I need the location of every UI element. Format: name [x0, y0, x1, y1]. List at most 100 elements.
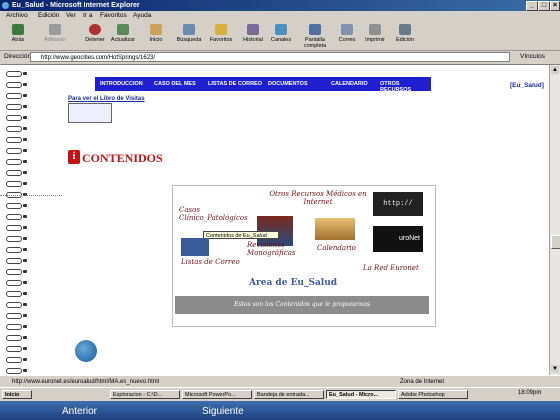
task-powerpoint[interactable]: Microsoft PowerPo... — [182, 390, 252, 399]
menu-ver[interactable]: Ver — [66, 12, 76, 19]
nav-caso-del-mes[interactable]: CASO DEL MES — [154, 81, 196, 87]
back-button[interactable]: Atrás — [5, 24, 31, 49]
title-bar: Eu_Salud - Microsoft Internet Explorer _… — [0, 0, 560, 11]
menu-archivo[interactable]: Archivo — [6, 12, 28, 19]
security-zone: Zona de Internet — [400, 379, 445, 385]
history-label: Historial — [243, 37, 263, 43]
history-icon — [247, 24, 259, 35]
listas-link[interactable]: Listas de Correo — [181, 258, 240, 266]
address-bar: Dirección http://www.geocities.com/HotSp… — [0, 51, 560, 65]
vertical-scrollbar[interactable]: ▲ ▼ — [549, 65, 560, 375]
menu-ayuda[interactable]: Ayuda — [133, 12, 151, 19]
spiral-ring — [6, 170, 30, 176]
print-button[interactable]: Imprimir — [362, 24, 388, 49]
spiral-ring — [6, 346, 30, 352]
spiral-ring — [6, 357, 30, 363]
scroll-down-arrow-icon[interactable]: ▼ — [551, 365, 559, 373]
otros-recursos-link[interactable]: Otros Recursos Médicos en Internet — [268, 190, 368, 206]
minimize-button[interactable]: _ — [526, 1, 538, 11]
print-icon — [369, 24, 381, 35]
maximize-button[interactable]: □ — [538, 1, 550, 11]
fullscreen-icon — [309, 24, 321, 35]
edit-label: Edición — [395, 37, 415, 43]
search-button[interactable]: Búsqueda — [176, 24, 202, 49]
task-photoshop[interactable]: Adobe Photoshop — [398, 390, 468, 399]
refresh-label: Actualizar — [110, 37, 136, 43]
spiral-ring — [6, 269, 30, 275]
nav-documentos[interactable]: DOCUMENTOS — [268, 81, 308, 87]
spiral-ring — [6, 324, 30, 330]
spiral-ring — [6, 335, 30, 341]
nav-otros-recursos[interactable]: OTROS RECURSOS — [380, 81, 431, 93]
favorites-icon — [215, 24, 227, 35]
back-arrow-icon — [12, 24, 24, 35]
menu-favoritos[interactable]: Favoritos — [100, 12, 127, 19]
spiral-ring — [6, 313, 30, 319]
fullscreen-label: Pantalla completa — [303, 37, 327, 49]
task-explorer[interactable]: Exploracion - C:\D... — [110, 390, 180, 399]
search-icon — [183, 24, 195, 35]
mail-list-icon — [181, 238, 209, 256]
spiral-ring — [6, 148, 30, 154]
spiral-ring — [6, 236, 30, 242]
start-button[interactable]: Inicio — [2, 390, 32, 399]
task-inbox[interactable]: Bandeja de entrada... — [254, 390, 324, 399]
channels-icon — [275, 24, 287, 35]
red-euronet-link[interactable]: La Red Euronet — [363, 264, 419, 272]
taskbar-clock: 18:09pm — [518, 390, 542, 396]
back-label: Atrás — [11, 37, 25, 43]
close-button[interactable]: × — [550, 1, 560, 11]
guestbook-link[interactable]: Para ver el Libro de Visitas — [68, 96, 145, 102]
previous-button[interactable]: Anterior — [62, 406, 97, 417]
revisiones-link[interactable]: Revisiones Monográficas — [247, 241, 317, 257]
nav-listas-de-correo[interactable]: LISTAS DE CORREO — [208, 81, 262, 87]
history-button[interactable]: Historial — [240, 24, 266, 49]
menu-edicion[interactable]: Edición — [38, 12, 59, 19]
next-button[interactable]: Siguiente — [202, 406, 244, 417]
print-label: Imprimir — [365, 37, 385, 43]
ie-logo-icon — [2, 2, 9, 9]
forward-arrow-icon — [49, 24, 61, 35]
favorites-button[interactable]: Favoritos — [208, 24, 234, 49]
links-button[interactable]: Vínculos — [520, 53, 545, 60]
task-eu-salud[interactable]: Eu_Salud - Micro... — [326, 390, 396, 399]
spiral-ring — [6, 225, 30, 231]
http-logo[interactable]: http:// — [373, 192, 423, 216]
channels-button[interactable]: Canales — [268, 24, 294, 49]
page-content: INTRODUCCION CASO DEL MES LISTAS DE CORR… — [0, 65, 549, 375]
mail-button[interactable]: Correo — [334, 24, 360, 49]
mail-label: Correo — [338, 37, 356, 43]
tooltip: Contenidos de Eu_Salud — [203, 231, 279, 239]
refresh-button[interactable]: Actualizar — [110, 24, 136, 49]
scroll-up-arrow-icon[interactable]: ▲ — [551, 66, 559, 74]
nav-introduccion[interactable]: INTRODUCCION — [100, 81, 143, 87]
stop-button[interactable]: Detener — [82, 24, 108, 49]
forward-button[interactable]: Adelante — [42, 24, 68, 49]
spiral-ring — [6, 126, 30, 132]
euronet-logo[interactable]: uroNet — [373, 226, 423, 252]
guestbook-image[interactable] — [68, 103, 112, 123]
spiral-ring — [6, 291, 30, 297]
spiral-ring — [6, 71, 30, 77]
spiral-ring — [6, 93, 30, 99]
edit-button[interactable]: Edición — [392, 24, 418, 49]
menu-ir-a[interactable]: Ir a — [83, 12, 92, 19]
spiral-ring — [6, 302, 30, 308]
home-button[interactable]: Inicio — [143, 24, 169, 49]
nav-calendario[interactable]: CALENDARIO — [331, 81, 368, 87]
refresh-icon — [117, 24, 129, 35]
calendario-link[interactable]: Calendario — [317, 244, 356, 252]
scroll-thumb[interactable] — [551, 235, 560, 249]
spiral-ring — [6, 137, 30, 143]
site-nav-bar: INTRODUCCION CASO DEL MES LISTAS DE CORR… — [95, 77, 431, 93]
fullscreen-button[interactable]: Pantalla completa — [302, 24, 328, 49]
spiral-ring — [6, 258, 30, 264]
taskbar: Inicio Exploracion - C:\D... Microsoft P… — [0, 387, 560, 402]
contenidos-heading: CONTENIDOS — [82, 151, 163, 165]
casos-link[interactable]: Casos Clínico_Patológicos — [179, 206, 249, 222]
window-title: Eu_Salud - Microsoft Internet Explorer — [12, 2, 140, 9]
home-label: Inicio — [149, 37, 163, 43]
address-input[interactable]: http://www.geocities.com/HotSprings/1623… — [30, 52, 510, 62]
dotted-divider — [0, 195, 62, 196]
spiral-ring — [6, 368, 30, 374]
